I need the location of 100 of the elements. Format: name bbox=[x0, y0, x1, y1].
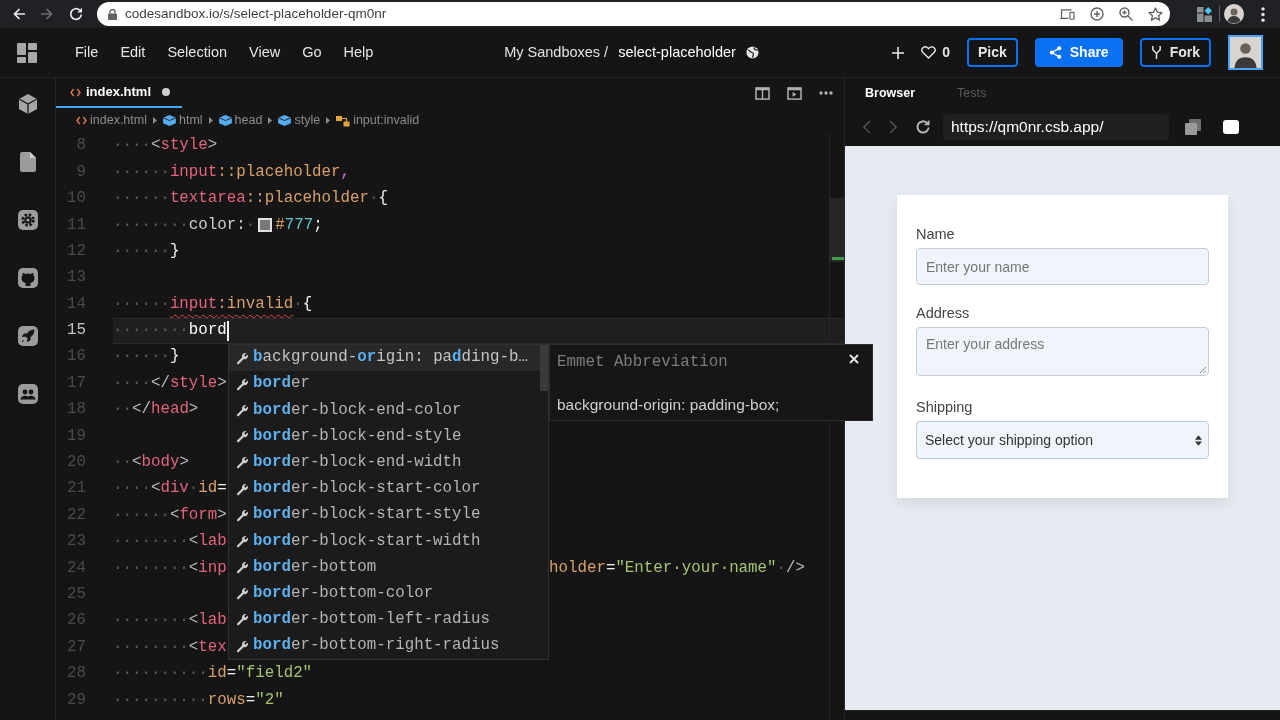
more-icon[interactable] bbox=[819, 91, 833, 95]
people-icon[interactable] bbox=[16, 383, 39, 405]
suggestion-item[interactable]: border-bottom bbox=[229, 554, 540, 581]
plus-circle-icon[interactable] bbox=[1090, 7, 1104, 21]
pick-button[interactable]: Pick bbox=[966, 38, 1018, 67]
menu-item[interactable]: Help bbox=[334, 37, 383, 68]
code-text: ··</head> bbox=[113, 399, 199, 421]
field-label: Address bbox=[916, 305, 971, 322]
chevron-right-icon bbox=[208, 117, 213, 124]
file-tab[interactable]: index.html bbox=[56, 78, 182, 108]
suggestion-item[interactable]: border-block-end-style bbox=[229, 423, 540, 450]
field-label: Name bbox=[916, 226, 956, 243]
globe-icon bbox=[745, 46, 759, 59]
details-title: Emmet Abbreviation bbox=[557, 352, 728, 373]
zoom-icon[interactable] bbox=[1119, 7, 1133, 21]
menu-icon[interactable] bbox=[1261, 6, 1265, 22]
suggestion-item[interactable]: border bbox=[229, 371, 540, 398]
extension-icon[interactable] bbox=[1197, 6, 1212, 22]
updown-arrows-icon bbox=[1195, 434, 1202, 446]
code-text: ········color:· bbox=[113, 214, 256, 236]
suggestion-item[interactable]: border-block-start-style bbox=[229, 502, 540, 529]
wrench-icon bbox=[236, 403, 249, 417]
star-icon[interactable] bbox=[1148, 6, 1163, 22]
code-text: ····</style> bbox=[113, 372, 227, 394]
wrench-icon bbox=[236, 587, 249, 601]
suggestion-item[interactable]: border-block-start-color bbox=[229, 475, 540, 503]
code-text: ······<form> bbox=[113, 504, 227, 526]
avatar[interactable] bbox=[1224, 4, 1244, 24]
scrollbar-thumb[interactable] bbox=[830, 198, 844, 262]
menu-item[interactable]: Go bbox=[293, 37, 331, 68]
menu-item[interactable]: Selection bbox=[158, 37, 237, 68]
folder-link[interactable]: My Sandboxes / bbox=[504, 41, 609, 64]
share-button[interactable]: Share bbox=[1034, 38, 1123, 67]
rocket-icon[interactable] bbox=[16, 325, 39, 347]
grid-logo-icon[interactable] bbox=[17, 42, 37, 63]
lock-icon bbox=[108, 8, 117, 20]
menu-item[interactable]: File bbox=[66, 37, 108, 68]
cube-icon bbox=[218, 115, 232, 126]
code-text: ······textarea::placeholder·{ bbox=[113, 188, 388, 210]
code-text: ······input::placeholder, bbox=[113, 161, 351, 183]
code-text: ········<inp bbox=[113, 557, 227, 579]
breadcrumb-item[interactable]: head bbox=[218, 111, 263, 130]
suggestion-item[interactable]: border-bottom-right-radius bbox=[229, 633, 540, 660]
field-label: Shipping bbox=[916, 399, 974, 416]
cat-icon[interactable] bbox=[16, 267, 39, 289]
menu-item[interactable]: View bbox=[240, 37, 290, 68]
code-text: ····<div·id= bbox=[113, 478, 227, 500]
panel-tab[interactable]: Browser bbox=[865, 83, 916, 103]
code-text: ······input:invalid·{ bbox=[113, 293, 313, 315]
suggestion-item[interactable]: background-origin: padding-b… bbox=[229, 345, 540, 372]
chevron-right-icon bbox=[153, 117, 157, 124]
cube-icon[interactable] bbox=[16, 93, 39, 115]
suggestion-item[interactable]: border-block-end-color bbox=[229, 397, 540, 424]
cube-icon bbox=[163, 115, 176, 126]
suggestion-item[interactable]: border-bottom-color bbox=[229, 580, 540, 607]
avatar[interactable] bbox=[1228, 35, 1263, 70]
copy-icon[interactable] bbox=[1185, 119, 1201, 135]
wrench-icon bbox=[236, 351, 249, 365]
back-icon[interactable] bbox=[12, 7, 26, 21]
details-text: background-origin: padding-box; bbox=[557, 395, 780, 415]
textarea-field[interactable]: Enter your address bbox=[916, 327, 1209, 376]
plus-icon[interactable] bbox=[892, 46, 905, 59]
wrench-icon bbox=[236, 482, 249, 496]
reload-icon[interactable] bbox=[915, 119, 931, 135]
code-brackets-icon bbox=[76, 116, 87, 125]
url-field[interactable]: https://qm0nr.csb.app/ bbox=[943, 114, 1169, 140]
breadcrumb-item[interactable]: html bbox=[163, 111, 203, 130]
code-text: ········<lab bbox=[113, 531, 227, 553]
close-icon[interactable] bbox=[849, 354, 859, 364]
breadcrumb-item[interactable]: style bbox=[278, 111, 321, 130]
wrench-icon bbox=[236, 456, 249, 470]
breadcrumb-item[interactable]: index.html bbox=[76, 111, 147, 130]
heart-icon bbox=[921, 46, 937, 59]
devices-icon[interactable] bbox=[1060, 8, 1075, 20]
wrench-icon bbox=[236, 561, 249, 575]
address-bar[interactable]: codesandbox.io/s/select-placeholder-qm0nr bbox=[97, 2, 1170, 26]
wrench-icon bbox=[236, 639, 249, 653]
wrench-icon bbox=[236, 534, 249, 548]
code-text: ····<style> bbox=[113, 135, 218, 157]
suggestion-item[interactable]: border-bottom-left-radius bbox=[229, 606, 540, 634]
preview-icon[interactable] bbox=[787, 86, 802, 100]
wrench-icon bbox=[236, 430, 249, 444]
menu-item[interactable]: Edit bbox=[111, 37, 155, 68]
gear-icon[interactable] bbox=[16, 209, 39, 231]
suggestion-item[interactable]: border-block-start-width bbox=[229, 528, 540, 555]
like-button[interactable]: 0 bbox=[921, 42, 950, 63]
resize-grip-icon[interactable] bbox=[1199, 366, 1206, 373]
chevron-right-icon bbox=[326, 117, 331, 124]
text-input[interactable]: Enter your name bbox=[916, 248, 1209, 285]
scrollbar-thumb[interactable] bbox=[540, 345, 548, 391]
cube-icon bbox=[278, 115, 292, 126]
share-icon bbox=[1048, 46, 1062, 59]
code-text: ··········rows="2" bbox=[113, 689, 284, 711]
fork-button[interactable]: Fork bbox=[1139, 38, 1211, 67]
dropdown-select[interactable]: Select your shipping option bbox=[916, 421, 1209, 459]
wrench-icon bbox=[236, 377, 249, 391]
suggestion-item[interactable]: border-block-end-width bbox=[229, 449, 540, 476]
breadcrumb-item[interactable]: input:invalid bbox=[336, 111, 420, 130]
split-view-icon[interactable] bbox=[755, 86, 770, 100]
symbol-icon bbox=[336, 114, 351, 127]
